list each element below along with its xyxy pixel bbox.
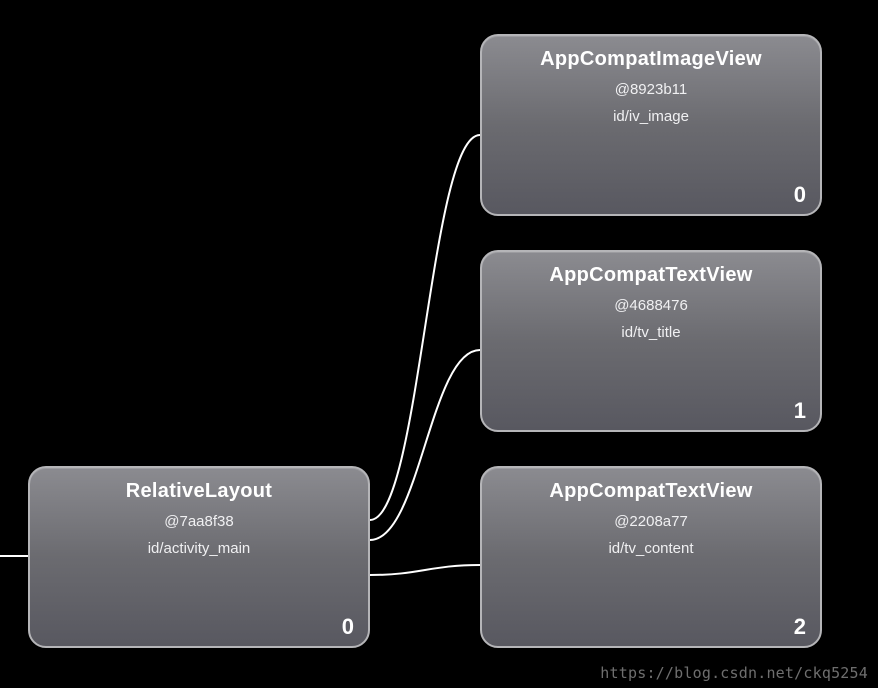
node-id: id/iv_image <box>482 108 820 125</box>
node-hash: @4688476 <box>482 297 820 314</box>
edge-to-child-2 <box>370 565 480 575</box>
node-title: RelativeLayout <box>30 468 368 503</box>
node-child-2[interactable]: AppCompatTextView @2208a77 id/tv_content… <box>480 466 822 648</box>
node-title: AppCompatTextView <box>482 468 820 503</box>
node-hash: @7aa8f38 <box>30 513 368 530</box>
node-hash: @8923b11 <box>482 81 820 98</box>
node-id: id/tv_title <box>482 324 820 341</box>
node-index: 2 <box>794 614 806 640</box>
node-index: 0 <box>794 182 806 208</box>
diagram-stage: RelativeLayout @7aa8f38 id/activity_main… <box>0 0 878 688</box>
edge-to-child-1 <box>370 350 480 540</box>
edge-stub <box>0 555 28 557</box>
node-id: id/tv_content <box>482 540 820 557</box>
node-root[interactable]: RelativeLayout @7aa8f38 id/activity_main… <box>28 466 370 648</box>
node-child-1[interactable]: AppCompatTextView @4688476 id/tv_title 1 <box>480 250 822 432</box>
node-title: AppCompatImageView <box>482 36 820 71</box>
node-index: 0 <box>342 614 354 640</box>
node-title: AppCompatTextView <box>482 252 820 287</box>
node-hash: @2208a77 <box>482 513 820 530</box>
watermark-text: https://blog.csdn.net/ckq5254 <box>600 664 868 682</box>
node-child-0[interactable]: AppCompatImageView @8923b11 id/iv_image … <box>480 34 822 216</box>
node-index: 1 <box>794 398 806 424</box>
node-id: id/activity_main <box>30 540 368 557</box>
edge-to-child-0 <box>370 135 480 520</box>
